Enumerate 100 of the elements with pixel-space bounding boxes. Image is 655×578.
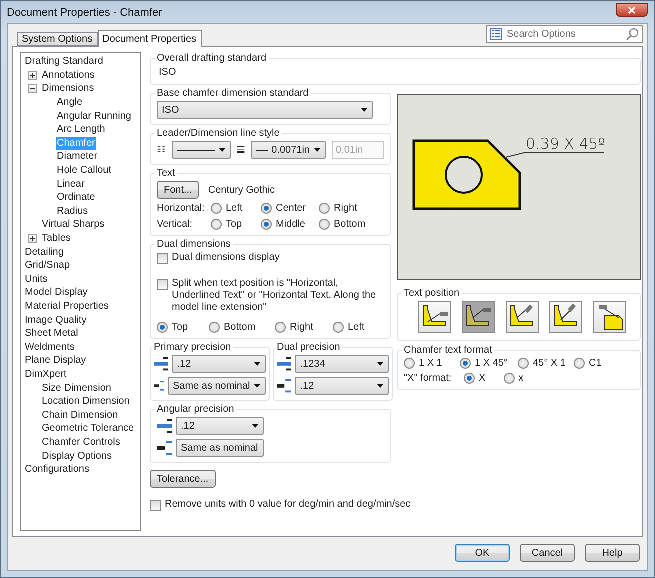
caret-icon [254, 384, 261, 388]
tolerance-format-icon [157, 440, 173, 456]
radio-option[interactable]: Left [333, 322, 383, 333]
dropdown[interactable]: .12 [295, 377, 389, 395]
tree-item[interactable]: Material Properties [24, 300, 110, 313]
tree-item[interactable]: Plane Display [24, 354, 88, 368]
tree-item[interactable]: Linear [56, 178, 86, 191]
tree-item[interactable]: Size Dimension [41, 382, 112, 395]
group-label: Chamfer text format [403, 345, 494, 356]
group-label: Text [156, 168, 176, 179]
dropdown[interactable]: ISO [157, 101, 373, 119]
tree-item[interactable]: Dimensions [41, 82, 96, 96]
tree-item[interactable]: Angle [56, 96, 84, 110]
caret-icon [377, 362, 384, 366]
dropdown[interactable]: .12 [172, 355, 266, 373]
caret-icon [361, 108, 368, 112]
text-position-button[interactable] [418, 301, 451, 333]
text-position-button[interactable] [462, 301, 495, 333]
checklist-icon [490, 28, 502, 40]
tree-item[interactable]: Configurations [24, 463, 90, 476]
text-position-button[interactable] [506, 301, 538, 333]
font-name: Century Gothic [208, 184, 276, 196]
tree-item[interactable]: Units [24, 272, 49, 286]
caret-icon [218, 148, 226, 152]
close-icon [628, 6, 636, 14]
group-label: Angular precision [156, 404, 236, 415]
tree-item[interactable]: DimXpert [24, 368, 68, 381]
radio-option[interactable]: Top [211, 219, 261, 230]
tree-item[interactable]: Virtual Sharps [41, 218, 106, 232]
dimension-text: 0.39 X 45º [526, 135, 606, 153]
dropdown[interactable]: .12 [176, 417, 264, 435]
dropdown[interactable]: Same as nominal [176, 439, 264, 457]
tolerance-button[interactable]: Tolerance... [150, 470, 216, 488]
window-title: Document Properties - Chamfer [7, 7, 162, 19]
tree-item[interactable]: Location Dimension [41, 395, 131, 408]
field-label: Horizontal: [157, 203, 206, 214]
tree-item[interactable]: Sheet Metal [24, 327, 80, 340]
radio-option[interactable]: Middle [261, 219, 319, 230]
radio-option[interactable]: C1 [574, 358, 624, 369]
tree-item[interactable]: Diameter [56, 150, 99, 164]
tree-item[interactable]: Grid/Snap [24, 259, 72, 272]
tree-item[interactable]: Arc Length [56, 123, 106, 136]
radio-option[interactable]: Left [211, 203, 261, 214]
tree-item[interactable]: Drafting Standard [24, 55, 104, 68]
field-label: "X" format: [404, 373, 453, 384]
checkbox-option[interactable]: Dual dimensions display [157, 252, 384, 264]
search-icon [626, 28, 639, 40]
tree-item[interactable]: Display Options [41, 450, 114, 463]
tree-item[interactable]: Geometric Tolerance [41, 422, 136, 436]
dropdown[interactable] [172, 141, 231, 159]
caret-icon [314, 148, 321, 152]
dropdown[interactable]: Same as nominal [168, 377, 266, 395]
tree-item[interactable]: Detailing [24, 246, 65, 259]
group-label: Overall drafting standard [156, 53, 268, 64]
radio-option[interactable]: 45° X 1 [518, 358, 574, 369]
font-button[interactable]: Font... [157, 181, 200, 199]
expand-icon[interactable] [28, 70, 37, 80]
precision-format-icon [154, 356, 170, 372]
group-label: Primary precision [153, 342, 232, 353]
text-position-button[interactable] [549, 301, 582, 333]
radio-option[interactable]: 1 X 45° [460, 358, 518, 369]
radio-option[interactable]: Right [275, 322, 333, 333]
text-position-button[interactable] [593, 301, 626, 333]
search-field[interactable]: Search Options [486, 25, 643, 43]
tree-item[interactable]: Tables [41, 232, 72, 246]
search-input[interactable]: Search Options [505, 28, 623, 40]
radio-option[interactable]: Center [261, 203, 319, 214]
tree-item[interactable]: Hole Callout [56, 164, 112, 178]
dialog-button[interactable]: OK [455, 544, 510, 562]
dropdown[interactable]: .1234 [295, 355, 389, 373]
tab[interactable]: System Options [17, 32, 98, 46]
expand-icon[interactable] [28, 234, 37, 244]
group-label: Dual dimensions [156, 239, 232, 250]
radio-option[interactable]: Top [157, 322, 209, 333]
tree-item[interactable]: Ordinate [56, 191, 96, 204]
tab[interactable]: Document Properties [98, 30, 202, 47]
dialog-button[interactable]: Cancel [520, 544, 575, 562]
caret-icon [377, 384, 384, 388]
radio-option[interactable]: Bottom [209, 322, 275, 333]
checkbox-option[interactable]: Remove units with 0 value for deg/min and deg/min/sec [150, 499, 570, 511]
dialog-button[interactable]: Help [585, 544, 640, 562]
tree-item[interactable]: Chain Dimension [41, 408, 120, 422]
tree-item[interactable]: Weldments [24, 340, 76, 354]
radio-option[interactable]: 1 X 1 [404, 358, 460, 369]
close-button[interactable] [616, 3, 648, 17]
standard-value: ISO [158, 66, 178, 79]
tree-item[interactable]: Image Quality [24, 314, 88, 327]
tree-item[interactable]: Annotations [41, 68, 96, 82]
dropdown[interactable]: 0.0071in [250, 141, 326, 159]
radio-option[interactable]: Right [319, 203, 369, 214]
line-sample-icon [256, 148, 268, 152]
checkbox-option[interactable]: Split when text position is "Horizontal, Underlined Text" or "Horizontal Text, Along the model line extension" [157, 278, 384, 314]
collapse-icon[interactable] [28, 84, 37, 94]
group-label: Base chamfer dimension standard [156, 88, 310, 99]
tree-item[interactable]: Model Display [24, 286, 89, 300]
tree-item[interactable]: Angular Running [56, 110, 132, 123]
tree-item[interactable]: Radius [56, 204, 90, 218]
tolerance-format-icon [277, 378, 292, 394]
tree-item[interactable]: Chamfer Controls [41, 436, 122, 449]
radio-option[interactable]: Bottom [319, 219, 369, 230]
